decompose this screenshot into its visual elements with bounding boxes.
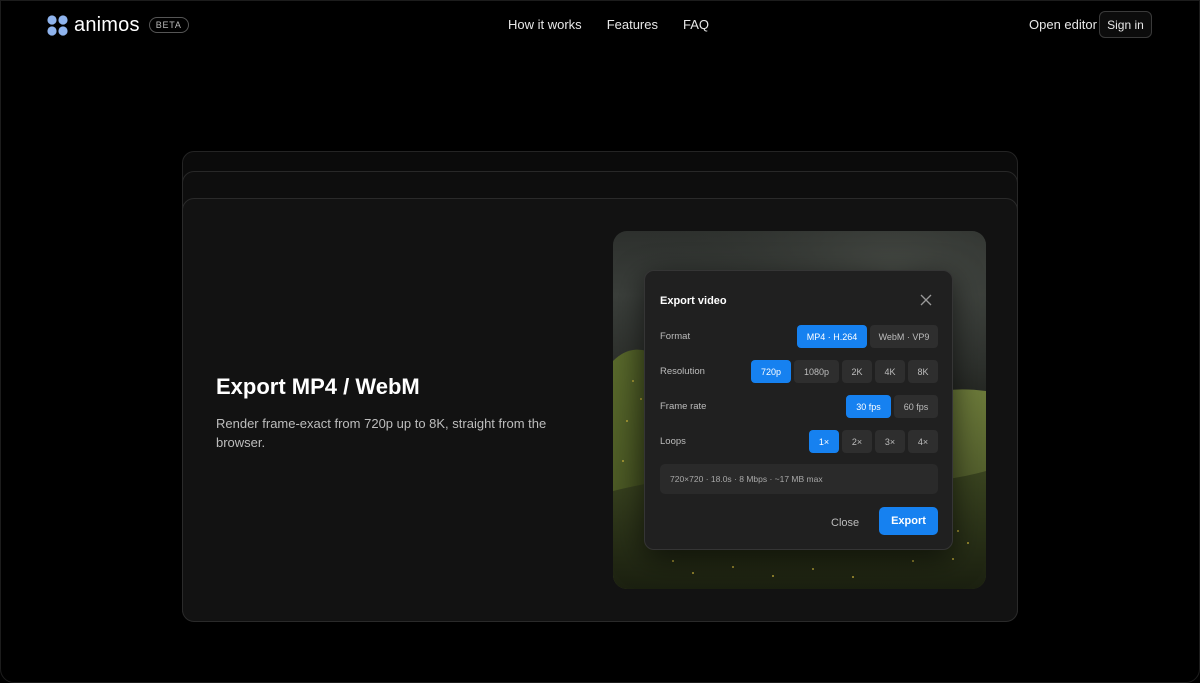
feature-description: Render frame-exact from 720p up to 8K, s… xyxy=(216,416,547,450)
loops-option-4x[interactable]: 4× xyxy=(908,430,938,453)
loops-option-2x[interactable]: 2× xyxy=(842,430,872,453)
resolution-option-1080p[interactable]: 1080p xyxy=(794,360,839,383)
open-editor-link[interactable]: Open editor xyxy=(1029,17,1097,33)
format-label: Format xyxy=(660,331,691,342)
loops-label: Loops xyxy=(660,436,686,447)
feature-title: Export MP4 / WebM xyxy=(216,374,420,399)
resolution-option-4k[interactable]: 4K xyxy=(875,360,905,383)
loops-option-3x[interactable]: 3× xyxy=(875,430,905,453)
close-icon[interactable] xyxy=(920,294,932,306)
nav-link-features[interactable]: Features xyxy=(607,17,658,33)
loops-option-1x[interactable]: 1× xyxy=(809,430,839,453)
frame-rate-label: Frame rate xyxy=(660,401,707,412)
resolution-option-720p[interactable]: 720p xyxy=(751,360,791,383)
nav-link-how-it-works[interactable]: How it works xyxy=(508,17,582,33)
preview-image: Export video Format MP4 · H.264 WebM · V… xyxy=(613,231,986,589)
export-button[interactable]: Export xyxy=(879,507,938,535)
logo[interactable]: animos BETA xyxy=(47,14,189,36)
resolution-option-8k[interactable]: 8K xyxy=(908,360,938,383)
top-nav-bar: animos BETA How it works Features FAQ Op… xyxy=(0,0,1200,50)
dialog-title: Export video xyxy=(660,295,727,307)
logo-icon xyxy=(47,14,68,36)
format-option-webm[interactable]: WebM · VP9 xyxy=(870,325,938,348)
logo-text: animos xyxy=(74,14,140,36)
format-option-mp4[interactable]: MP4 · H.264 xyxy=(797,325,867,348)
resolution-label: Resolution xyxy=(660,366,705,377)
nav-link-faq[interactable]: FAQ xyxy=(683,17,709,33)
frame-rate-option-60fps[interactable]: 60 fps xyxy=(894,395,938,418)
resolution-option-2k[interactable]: 2K xyxy=(842,360,872,383)
sign-in-button[interactable]: Sign in xyxy=(1099,11,1152,38)
export-video-dialog: Export video Format MP4 · H.264 WebM · V… xyxy=(644,270,953,550)
main-nav: How it works Features FAQ xyxy=(508,17,734,33)
feature-card: Export MP4 / WebM Render frame-exact fro… xyxy=(182,198,1018,622)
close-button[interactable]: Close xyxy=(831,516,859,530)
export-summary: 720×720 · 18.0s · 8 Mbps · ~17 MB max xyxy=(660,464,938,494)
frame-rate-option-30fps[interactable]: 30 fps xyxy=(846,395,891,418)
beta-badge: BETA xyxy=(148,17,189,33)
